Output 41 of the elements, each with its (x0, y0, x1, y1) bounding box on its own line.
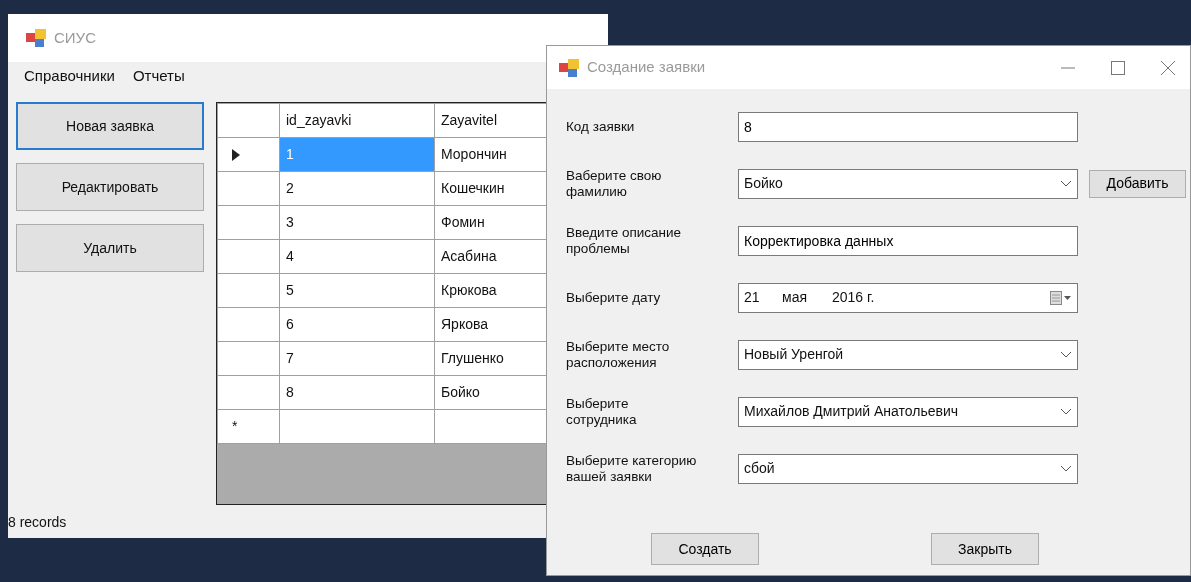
status-text: 8 records (8, 513, 67, 532)
window-title: СИУС (54, 27, 96, 48)
app-icon (26, 29, 46, 47)
chevron-down-icon[interactable] (1060, 350, 1072, 359)
dialog-button[interactable]: Закрыть (931, 533, 1039, 565)
chevron-down-icon[interactable] (1060, 464, 1072, 473)
column-header[interactable]: id_zayavki (279, 103, 435, 138)
dropdown-field[interactable]: сбой (738, 453, 1078, 484)
date-part: 21 (744, 288, 761, 307)
chevron-down-icon[interactable] (1060, 179, 1072, 188)
dropdown-field[interactable]: Михайлов Дмитрий Анатольевич (738, 396, 1078, 427)
menu-item[interactable]: Отчеты (132, 64, 185, 88)
chevron-down-icon[interactable] (1060, 407, 1072, 416)
maximize-icon[interactable] (1110, 59, 1126, 76)
table-cell: 3 (279, 205, 435, 240)
table-cell: 2 (279, 171, 435, 206)
dropdown-field[interactable]: Новый Уренгой (738, 339, 1078, 370)
menu-item[interactable]: Справочники (24, 64, 115, 88)
new-row-marker: * (232, 418, 238, 434)
table-cell: 4 (279, 239, 435, 274)
text-field[interactable]: Корректировка данных (738, 225, 1078, 256)
date-part: 2016 г. (832, 288, 876, 307)
action-button[interactable]: Новая заявка (16, 102, 204, 150)
action-button[interactable]: Редактировать (16, 163, 204, 211)
date-picker[interactable]: 21 мая 2016 г. (738, 282, 1078, 313)
dialog-button[interactable]: Создать (651, 533, 759, 565)
table-cell: 7 (279, 341, 435, 376)
field-label: Выберите категорию вашей заявки (566, 453, 698, 484)
app-icon (559, 58, 579, 77)
add-button[interactable]: Добавить (1089, 169, 1186, 198)
table-cell: 5 (279, 273, 435, 308)
close-icon[interactable] (1160, 59, 1176, 76)
text-field[interactable]: 8 (738, 111, 1078, 142)
table-cell: 8 (279, 375, 435, 410)
action-button[interactable]: Удалить (16, 224, 204, 272)
dropdown-field[interactable]: Бойко (738, 168, 1078, 199)
window-title: Создание заявки (587, 57, 706, 78)
table-cell: 1 (279, 137, 435, 172)
table-cell: 6 (279, 307, 435, 342)
date-part: мая (782, 288, 808, 307)
calendar-icon[interactable] (1050, 290, 1072, 305)
